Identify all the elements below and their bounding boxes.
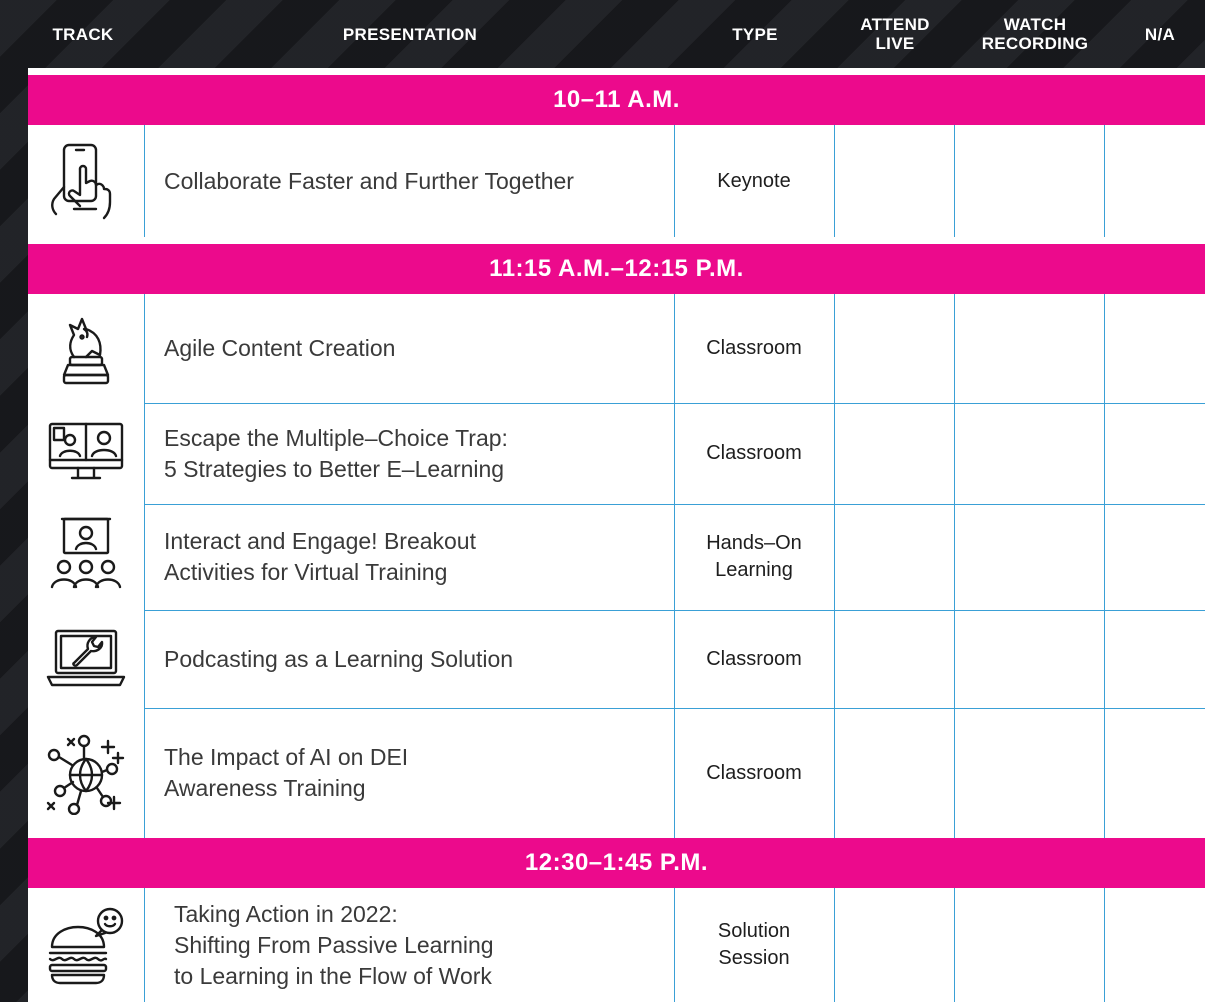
presentation-title: The Impact of AI on DEI Awareness Trainin… xyxy=(164,744,409,801)
time-slot-header: 12:30–1:45 P.M. xyxy=(28,838,1205,888)
header-attend-live: ATTEND LIVE xyxy=(860,15,930,53)
table-header: TRACK PRESENTATION TYPE ATTEND LIVE WATCH… xyxy=(0,0,1205,68)
laptop-wrench-icon xyxy=(28,610,144,708)
video-call-monitor-icon xyxy=(28,403,144,504)
burger-smiley-icon xyxy=(28,888,144,1002)
session-type: Solution Session xyxy=(717,920,791,969)
header-na: N/A xyxy=(1144,24,1176,44)
session-type: Classroom xyxy=(706,442,802,464)
table-row: Podcasting as a Learning Solution Classr… xyxy=(28,610,1205,708)
table-row: The Impact of AI on DEI Awareness Trainin… xyxy=(28,708,1205,838)
chess-knight-icon xyxy=(28,294,144,403)
table-row: Escape the Multiple–Choice Trap: 5 Strate… xyxy=(28,403,1205,504)
attend-live-cell[interactable] xyxy=(835,125,954,237)
time-slot-header: 11:15 A.M.–12:15 P.M. xyxy=(28,244,1205,294)
time-slot-header: 10–11 A.M. xyxy=(28,75,1205,125)
presentation-title: Escape the Multiple–Choice Trap: 5 Strate… xyxy=(164,424,508,482)
presentation-title: Interact and Engage! Breakout Activities … xyxy=(164,528,476,585)
watch-recording-cell[interactable] xyxy=(955,125,1104,237)
hand-phone-icon xyxy=(28,125,144,237)
session-type: Hands–On Learning xyxy=(706,532,802,581)
presentation-title: Taking Action in 2022: Shifting From Pass… xyxy=(174,900,494,989)
header-watch-recording: WATCH RECORDING xyxy=(981,15,1089,53)
table-row: Taking Action in 2022: Shifting From Pass… xyxy=(28,888,1205,1002)
table-row: Interact and Engage! Breakout Activities … xyxy=(28,504,1205,610)
na-cell[interactable] xyxy=(1105,125,1205,237)
header-track: TRACK xyxy=(52,24,114,44)
presenter-audience-icon xyxy=(28,504,144,610)
session-type: Classroom xyxy=(706,337,802,359)
table-row: Agile Content Creation Classroom xyxy=(28,294,1205,403)
presentation-title: Podcasting as a Learning Solution xyxy=(164,645,514,672)
session-type: Classroom xyxy=(706,761,802,784)
session-type: Keynote xyxy=(717,169,791,192)
header-presentation: PRESENTATION xyxy=(342,24,478,44)
header-type: TYPE xyxy=(732,24,778,44)
session-type: Classroom xyxy=(706,647,802,670)
presentation-title: Collaborate Faster and Further Together xyxy=(164,167,574,194)
presentation-title: Agile Content Creation xyxy=(164,335,396,361)
network-globe-icon xyxy=(28,708,144,838)
